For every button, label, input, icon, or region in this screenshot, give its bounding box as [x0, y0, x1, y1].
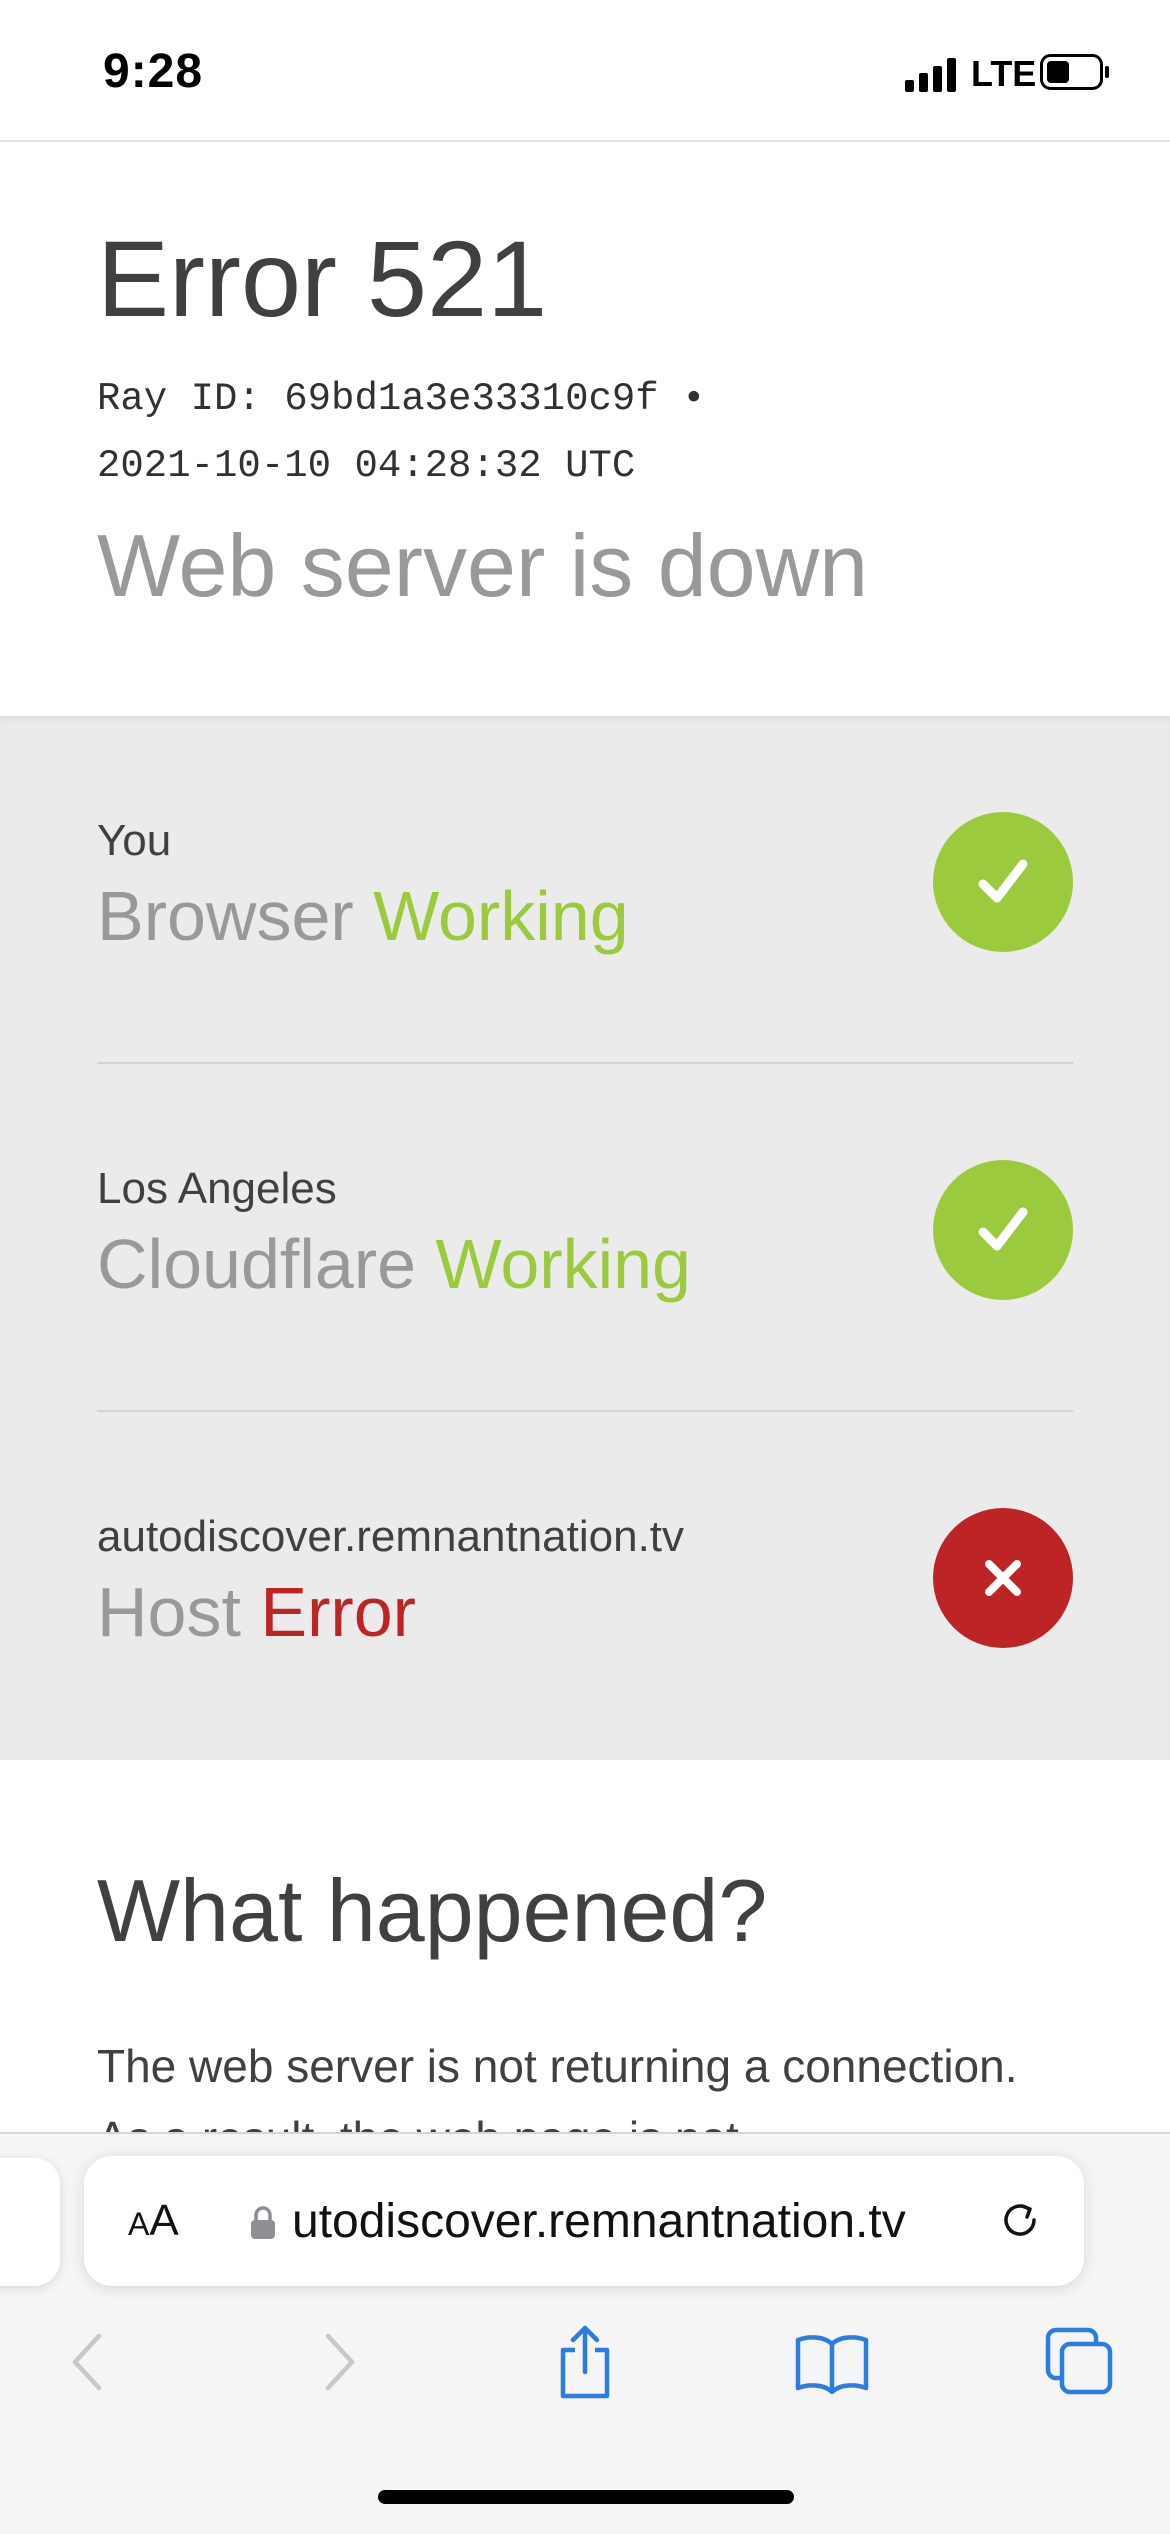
back-button[interactable]: [47, 2322, 127, 2402]
x-icon: [933, 1508, 1073, 1648]
error-subheading: Web server is down: [97, 516, 869, 615]
status-row-cloudflare: Los Angeles Cloudflare Working: [97, 1064, 1073, 1412]
share-icon: [560, 2325, 610, 2399]
error-code-heading: Error 521: [97, 218, 548, 339]
share-button[interactable]: [545, 2322, 625, 2402]
lock-icon: [251, 2206, 275, 2239]
forward-button[interactable]: [300, 2322, 380, 2402]
network-type: LTE: [971, 53, 1037, 94]
battery-icon: [1040, 54, 1109, 90]
status-panel: You Browser Working Los Angeles Cloudfla…: [0, 716, 1170, 1760]
url-text[interactable]: utodiscover.remnantnation.tv: [292, 2194, 906, 2249]
row-name: Cloudflare: [97, 1225, 417, 1303]
reload-icon[interactable]: [994, 2194, 1046, 2246]
home-indicator: [378, 2490, 794, 2504]
row-name: Browser: [97, 877, 354, 955]
row-location: autodiscover.remnantnation.tv: [97, 1512, 685, 1561]
checkmark-icon: [933, 1160, 1073, 1300]
row-status-value: Working: [435, 1225, 691, 1303]
tabs-button[interactable]: [1040, 2322, 1120, 2402]
status-time: 9:28: [103, 45, 204, 98]
tabs-icon: [1045, 2327, 1113, 2395]
status-bar: 9:28 LTE: [0, 0, 1170, 142]
row-name: Host: [97, 1573, 241, 1651]
reader-options-button[interactable]: AA: [128, 2196, 179, 2246]
row-location: Los Angeles: [97, 1164, 337, 1213]
what-happened-heading: What happened?: [97, 1861, 768, 1960]
bookmarks-icon: [795, 2335, 869, 2394]
signal-bars-icon: [905, 58, 956, 92]
row-status: Cloudflare Working: [97, 1224, 691, 1304]
address-bar[interactable]: AA utodiscover.remnantnation.tv: [84, 2156, 1084, 2286]
checkmark-icon: [933, 812, 1073, 952]
ray-id: Ray ID: 69bd1a3e33310c9f •: [97, 377, 706, 421]
bookmarks-button[interactable]: [792, 2322, 872, 2402]
previous-tab-preview[interactable]: [0, 2158, 60, 2286]
row-status-value: Working: [373, 877, 629, 955]
row-location: You: [97, 816, 172, 865]
row-status: Host Error: [97, 1572, 416, 1652]
timestamp: 2021-10-10 04:28:32 UTC: [97, 444, 636, 488]
row-status: Browser Working: [97, 876, 629, 956]
row-status-value: Error: [260, 1573, 416, 1651]
status-row-browser: You Browser Working: [97, 716, 1073, 1064]
forward-icon: [325, 2333, 355, 2391]
back-icon: [72, 2333, 102, 2391]
status-row-host: autodiscover.remnantnation.tv Host Error: [97, 1412, 1073, 1760]
